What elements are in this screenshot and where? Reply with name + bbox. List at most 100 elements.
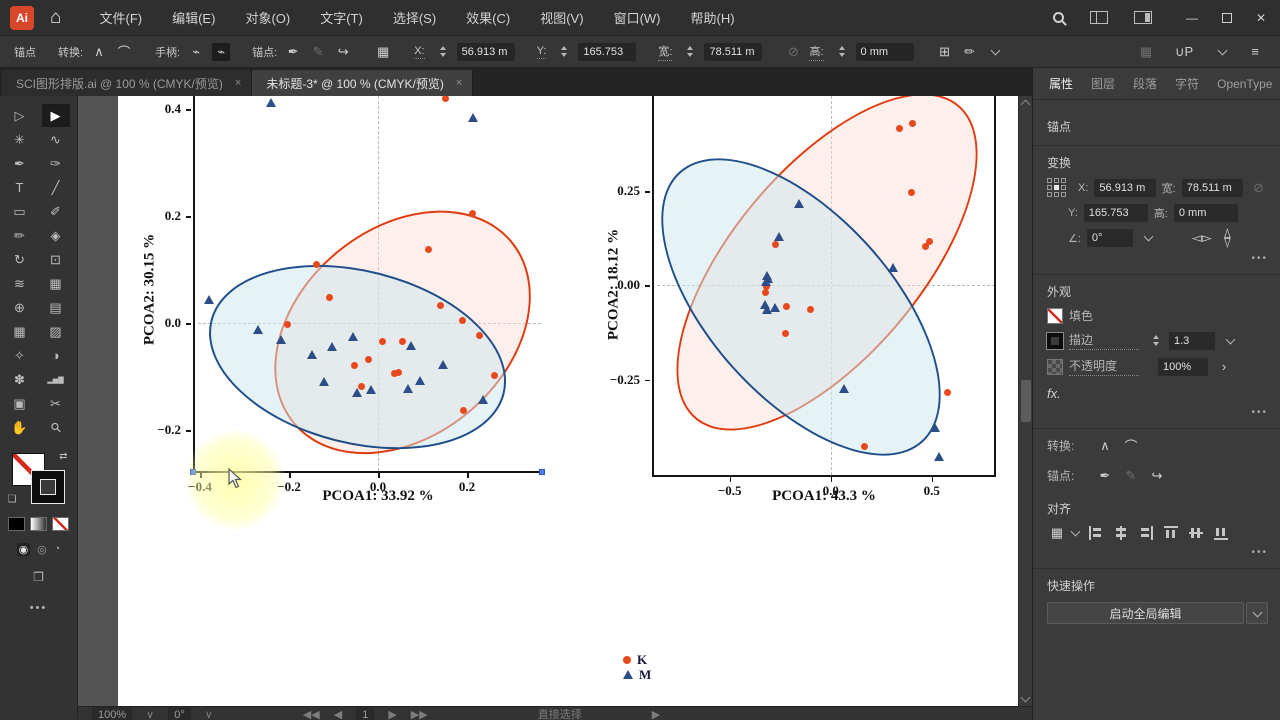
x-input[interactable]: 56.913 m xyxy=(1094,178,1156,197)
scroll-down-icon[interactable] xyxy=(1020,692,1031,703)
menu-item-3[interactable]: 文字(T) xyxy=(320,8,363,27)
hide-handles-icon[interactable]: ⌁ xyxy=(212,42,231,61)
menu-item-4[interactable]: 选择(S) xyxy=(393,8,436,27)
swap-colors-icon[interactable]: ⇄ xyxy=(59,451,67,462)
symbol-sprayer-tool[interactable]: ✽ xyxy=(6,368,34,391)
align-top-icon[interactable] xyxy=(1163,525,1179,541)
chevron-down-icon[interactable] xyxy=(990,45,1000,55)
prev-artboard-icon[interactable]: ◀ xyxy=(334,707,342,720)
width-tool[interactable]: ≋ xyxy=(6,272,34,295)
flip-vertical-icon[interactable]: ◅▻ xyxy=(1220,228,1236,248)
menu-item-6[interactable]: 视图(V) xyxy=(540,8,583,27)
show-handles-icon[interactable]: ⌁ xyxy=(187,44,205,60)
draw-behind-button[interactable]: ◎ xyxy=(37,543,47,556)
height-input[interactable]: 0 mm xyxy=(855,42,914,61)
close-button[interactable]: ✕ xyxy=(1256,11,1266,25)
link-dimensions-icon[interactable]: ⊘ xyxy=(784,44,802,60)
artboard-number[interactable]: 1 xyxy=(356,707,375,720)
x-label[interactable]: X: xyxy=(414,45,425,59)
none-mode-button[interactable] xyxy=(52,517,69,531)
magic-wand-tool[interactable]: ✳ xyxy=(6,128,34,151)
rectangle-tool[interactable]: ▭ xyxy=(6,200,34,223)
stroke-stepper[interactable] xyxy=(1153,335,1159,346)
menu-item-5[interactable]: 效果(C) xyxy=(466,8,510,27)
type-tool[interactable]: T xyxy=(6,176,34,199)
panel-tab-1[interactable]: 图层 xyxy=(1091,75,1115,92)
fill-label[interactable]: 填色 xyxy=(1069,307,1145,324)
gradient-tool[interactable]: ▨ xyxy=(42,320,70,343)
x-input[interactable]: 56.913 m xyxy=(456,42,515,61)
y-label[interactable]: Y: xyxy=(536,45,547,59)
minimize-button[interactable]: — xyxy=(1186,11,1198,25)
hand-tool[interactable]: ✋ xyxy=(6,416,34,439)
add-anchor-icon[interactable]: ✒ xyxy=(284,44,302,60)
chevron-down-icon[interactable] xyxy=(1070,526,1081,537)
stroke-weight-input[interactable]: 1.3 xyxy=(1169,331,1215,350)
menu-item-7[interactable]: 窗口(W) xyxy=(614,8,661,27)
panel-tab-4[interactable]: OpenType xyxy=(1217,77,1272,91)
lasso-tool[interactable]: ∿ xyxy=(42,128,70,151)
first-artboard-icon[interactable]: ◀◀ xyxy=(303,707,320,720)
document-tab-0[interactable]: SCI图形排版.ai @ 100 % (CMYK/预览) × xyxy=(2,70,253,96)
vertical-scrollbar[interactable] xyxy=(1018,96,1032,706)
add-anchor-icon[interactable]: ✒ xyxy=(1095,468,1115,484)
paintbrush-tool[interactable]: ✐ xyxy=(42,200,70,223)
opacity-input[interactable]: 100% xyxy=(1158,357,1208,376)
y-input[interactable]: 165.753 xyxy=(1083,204,1148,222)
grid-snap-icon[interactable]: ▦ xyxy=(1137,44,1155,60)
menu-item-0[interactable]: 文件(F) xyxy=(99,8,142,27)
convert-smooth-icon[interactable]: ⌒ xyxy=(1121,436,1141,455)
workspace-switcher-icon[interactable] xyxy=(1089,11,1108,24)
draw-inside-button[interactable]: ◔ xyxy=(54,543,61,556)
menu-item-2[interactable]: 对象(O) xyxy=(245,8,290,27)
close-tab-icon[interactable]: × xyxy=(235,77,241,89)
remove-anchor-icon[interactable]: ✎ xyxy=(1121,468,1141,484)
width-input[interactable]: 78.511 m xyxy=(1181,178,1243,197)
align-left-icon[interactable] xyxy=(1088,525,1104,541)
scroll-up-icon[interactable] xyxy=(1020,99,1031,110)
line-tool[interactable]: ╱ xyxy=(42,176,70,199)
global-edit-options-button[interactable] xyxy=(1246,602,1268,624)
zoom-level[interactable]: 100% xyxy=(92,707,133,720)
canvas[interactable]: −0.4−0.20.00.20.40.20.0−0.2PCOA1: 33.92 … xyxy=(78,96,1032,706)
shaper-options-icon[interactable]: ✏ xyxy=(961,44,979,60)
home-icon[interactable]: ⌂ xyxy=(50,7,61,29)
height-stepper[interactable] xyxy=(838,46,845,57)
stroke-swatch[interactable] xyxy=(1046,331,1064,350)
next-artboard-icon[interactable]: ▶ xyxy=(388,707,396,720)
connect-path-icon[interactable]: ↪ xyxy=(1147,468,1167,484)
align-center-horizontal-icon[interactable] xyxy=(1113,525,1129,541)
selection-tool[interactable]: ▶ xyxy=(41,104,70,127)
angle-input[interactable]: 0° xyxy=(1086,229,1133,247)
height-label[interactable]: 高: xyxy=(809,43,824,61)
height-input[interactable]: 0 mm xyxy=(1173,204,1238,222)
direct-selection-tool[interactable]: ▷ xyxy=(6,104,34,127)
last-artboard-icon[interactable]: ▶▶ xyxy=(411,707,428,720)
panel-tab-0[interactable]: 属性 xyxy=(1049,75,1073,92)
default-colors-icon[interactable]: ❏ xyxy=(8,494,17,505)
shaper-tool[interactable]: ✏ xyxy=(6,224,34,247)
eraser-tool[interactable]: ◈ xyxy=(42,224,70,247)
blend-tool[interactable]: ◑ xyxy=(42,344,70,367)
screen-mode-button[interactable]: ❒ xyxy=(33,570,44,584)
selection-handle[interactable] xyxy=(539,469,545,475)
maximize-button[interactable] xyxy=(1221,12,1232,23)
x-stepper[interactable] xyxy=(439,46,446,57)
panel-tab-2[interactable]: 段落 xyxy=(1133,75,1157,92)
align-bottom-icon[interactable] xyxy=(1213,525,1229,541)
effects-button[interactable]: fx. xyxy=(1047,386,1268,401)
panel-menu-icon[interactable]: ≡ xyxy=(1246,44,1264,59)
reference-point-icon[interactable] xyxy=(1047,178,1066,197)
chevron-down-icon[interactable] xyxy=(1225,334,1236,344)
pen-tool[interactable]: ✒ xyxy=(6,152,34,175)
chevron-down-icon[interactable]: ∨ xyxy=(205,707,213,720)
chevron-down-icon[interactable] xyxy=(1217,45,1228,55)
snap-options-icon[interactable]: ∪P xyxy=(1175,44,1193,60)
link-dimensions-icon[interactable]: ⊘ xyxy=(1249,180,1268,196)
convert-corner-icon[interactable]: ∧ xyxy=(1095,438,1115,454)
width-stepper[interactable] xyxy=(687,46,694,57)
remove-anchor-icon[interactable]: ✎ xyxy=(309,44,327,60)
eyedropper-tool[interactable]: ✧ xyxy=(6,344,34,367)
mesh-tool[interactable]: ▦ xyxy=(6,320,34,343)
scale-tool[interactable]: ⊡ xyxy=(42,248,70,271)
